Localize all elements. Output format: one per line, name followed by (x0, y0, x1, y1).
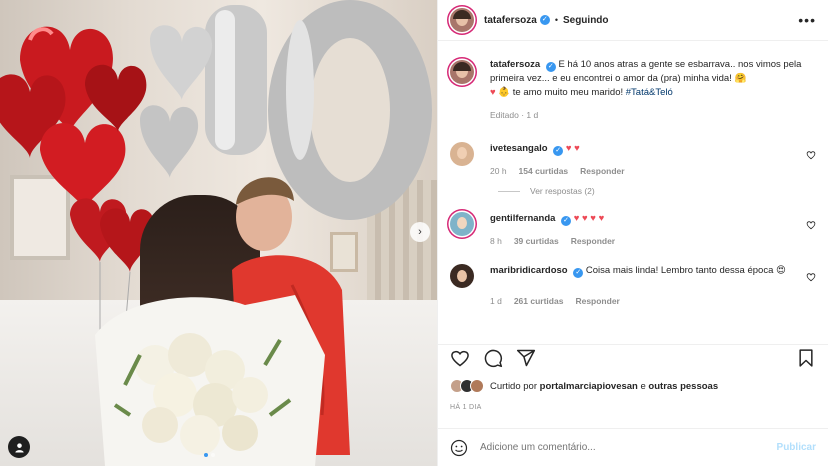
post-header: tatafersoza ✓ • Seguindo ••• (438, 0, 828, 41)
carousel-dot-active (204, 453, 208, 457)
silver-number-one-balloon (205, 5, 267, 155)
reply-button[interactable]: Responder (580, 164, 624, 178)
caption-username[interactable]: tatafersoza (490, 59, 540, 70)
more-options-icon[interactable]: ••• (798, 12, 816, 28)
comment-like-icon[interactable] (806, 150, 816, 160)
liker-avatar[interactable] (470, 379, 484, 393)
post-sidebar: tatafersoza ✓ • Seguindo ••• tatafersoza… (437, 0, 828, 466)
chevron-right-icon: › (418, 226, 422, 238)
post-timestamp[interactable]: HÁ 1 DIA (450, 404, 482, 411)
liked-by: Curtido por portalmarciapiovesan e outra… (450, 379, 718, 393)
view-replies-label: Ver respostas (2) (530, 186, 595, 196)
share-send-icon[interactable] (516, 348, 536, 368)
comment-time: 1 d (490, 296, 502, 306)
comment-text: ♥ ♥ ♥ ♥ (573, 213, 605, 224)
liked-by-middle: e (637, 380, 649, 392)
comment-likes[interactable]: 261 curtidas (514, 294, 564, 308)
caption-author-avatar[interactable] (450, 60, 474, 84)
liked-by-user[interactable]: portalmarciapiovesan (540, 381, 638, 392)
verified-icon: ✓ (573, 268, 584, 278)
comment-input[interactable] (480, 442, 777, 453)
hug-emoji: 🤗 (734, 73, 747, 84)
verified-icon: ✓ (561, 216, 572, 226)
verified-icon: ✓ (539, 15, 550, 25)
comment-text: Coisa mais linda! Lembro tanto dessa épo… (585, 265, 776, 276)
comment-body: gentilfernanda ✓ ♥ ♥ ♥ ♥ 8 h 39 curtidas… (490, 212, 816, 248)
liked-by-text: Curtido por portalmarciapiovesan e outra… (490, 381, 718, 392)
like-heart-icon[interactable] (450, 348, 470, 368)
liked-by-others[interactable]: outras pessoas (648, 381, 718, 392)
carousel-indicator (204, 453, 215, 457)
comment-item: maribridicardoso ✓ Coisa mais linda! Lem… (438, 264, 828, 308)
liked-by-prefix: Curtido por (490, 380, 540, 392)
commenter-avatar[interactable] (450, 142, 474, 166)
caption-body: tatafersoza ✓ E há 10 anos atras a gente… (490, 58, 816, 122)
publish-button[interactable]: Publicar (777, 442, 816, 453)
reply-button[interactable]: Responder (571, 234, 615, 248)
following-button[interactable]: Seguindo (563, 15, 609, 26)
comment-meta: 1 d 261 curtidas Responder (490, 294, 816, 308)
post-actions (438, 344, 828, 370)
heart-eyes-emoji: 😍 (776, 265, 786, 276)
comment-time: 20 h (490, 166, 507, 176)
verified-icon: ✓ (545, 62, 556, 72)
comment-body: maribridicardoso ✓ Coisa mais linda! Lem… (490, 264, 816, 308)
separator-dot: • (554, 15, 558, 25)
comment-body: ivetesangalo ✓ ♥ ♥ 20 h 154 curtidas Res… (490, 142, 816, 178)
caption-edited-time: Editado · 1 d (490, 110, 539, 120)
comment-username[interactable]: gentilfernanda (490, 213, 555, 224)
silver-heart-balloon (150, 25, 213, 101)
comment-text: ♥ ♥ (565, 143, 580, 154)
verified-icon: ✓ (553, 146, 564, 156)
comment-bubble-icon[interactable] (483, 348, 503, 368)
caption-hashtag[interactable]: #Tatá&Teló (626, 87, 673, 98)
commenter-avatar[interactable] (450, 264, 474, 288)
add-comment-bar: Publicar (438, 428, 828, 466)
carousel-dot (211, 453, 215, 457)
author-avatar[interactable] (450, 8, 474, 32)
post-caption: tatafersoza ✓ E há 10 anos atras a gente… (438, 58, 828, 122)
view-replies-button[interactable]: Ver respostas (2) (498, 186, 828, 196)
caption-text-continued: te amo muito meu marido! (510, 87, 626, 98)
comment-likes[interactable]: 39 curtidas (514, 234, 559, 248)
comment-username[interactable]: ivetesangalo (490, 143, 548, 154)
reply-button[interactable]: Responder (575, 294, 619, 308)
comment-meta: 20 h 154 curtidas Responder (490, 164, 816, 178)
white-rose-bouquet (95, 295, 325, 466)
comment-item: gentilfernanda ✓ ♥ ♥ ♥ ♥ 8 h 39 curtidas… (438, 212, 828, 248)
user-tag-icon (14, 442, 24, 453)
baby-emoji: 👶 (498, 87, 511, 98)
caption-meta: Editado · 1 d (490, 108, 816, 122)
tagged-users-button[interactable] (8, 436, 30, 458)
next-slide-button[interactable]: › (410, 222, 430, 242)
heart-emoji: ♥ (490, 87, 496, 98)
post-photo[interactable]: › (0, 0, 437, 466)
comment-meta: 8 h 39 curtidas Responder (490, 234, 816, 248)
author-username[interactable]: tatafersoza (484, 15, 537, 26)
comment-like-icon[interactable] (806, 220, 816, 230)
emoji-icon[interactable] (450, 439, 468, 457)
comments-list[interactable]: tatafersoza ✓ E há 10 anos atras a gente… (438, 48, 828, 338)
comment-like-icon[interactable] (806, 272, 816, 282)
commenter-avatar[interactable] (450, 212, 474, 236)
comment-time: 8 h (490, 236, 502, 246)
replies-line (498, 190, 520, 192)
comment-item: ivetesangalo ✓ ♥ ♥ 20 h 154 curtidas Res… (438, 142, 828, 178)
comment-likes[interactable]: 154 curtidas (519, 164, 569, 178)
comment-username[interactable]: maribridicardoso (490, 265, 568, 276)
save-bookmark-icon[interactable] (796, 348, 816, 368)
